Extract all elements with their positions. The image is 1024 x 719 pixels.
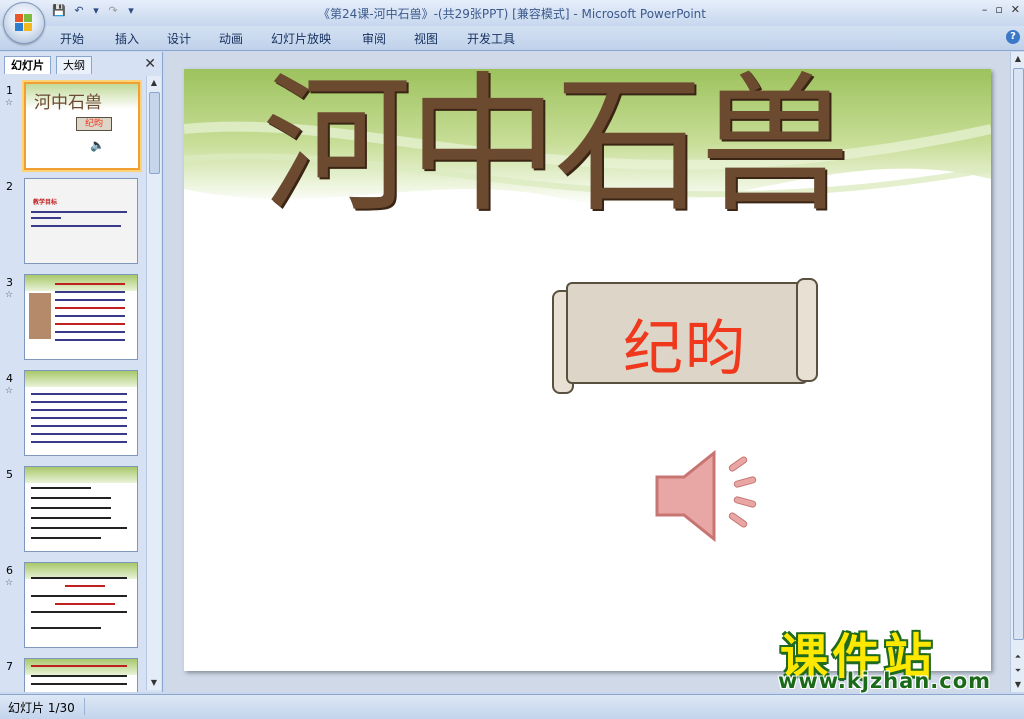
panel-tabs: 幻灯片 大纲 ✕ [0, 54, 162, 74]
author-name: 纪昀 [623, 314, 747, 384]
thumbnail-row[interactable]: 3 ☆ [0, 274, 146, 364]
slide-thumbnail[interactable] [24, 466, 138, 552]
thumbnail-row[interactable]: 4 ☆ [0, 370, 146, 460]
thumbnail-list: 1 ☆ 河中石兽 纪昀 🔈 2 教学目标 3 ☆ 4 ☆ 5 6 ☆ 7 [0, 76, 146, 692]
animation-star-icon: ☆ [5, 386, 14, 396]
tab-slides[interactable]: 幻灯片 [4, 56, 51, 74]
scroll-up-icon[interactable]: ▲ [1011, 52, 1024, 66]
office-button[interactable] [3, 2, 45, 44]
help-icon[interactable]: ? [1006, 30, 1020, 44]
scrollbar-thumb[interactable] [149, 92, 160, 174]
window-controls: – ▫ ✕ [982, 3, 1020, 16]
tab-design[interactable]: 设计 [167, 30, 191, 47]
slide-title[interactable]: 河中石兽 [262, 71, 850, 221]
slide-number: 7 [6, 660, 13, 673]
tab-animations[interactable]: 动画 [219, 30, 243, 47]
animation-star-icon: ☆ [5, 290, 14, 300]
thumbnail-title: 河中石兽 [34, 93, 102, 113]
watermark-logo: 课件站 www.kjzhan.com [770, 617, 1010, 697]
slide-number: 5 [6, 468, 13, 481]
slide-number: 6 [6, 564, 13, 577]
sound-icon: 🔈 [90, 138, 105, 152]
scroll-down-icon[interactable]: ▼ [1011, 678, 1024, 692]
scrollbar-thumb[interactable] [1013, 68, 1024, 640]
office-logo-icon [15, 14, 33, 32]
thumbnail-label: 纪昀 [76, 117, 112, 131]
tab-view[interactable]: 视图 [414, 30, 438, 47]
close-panel-icon[interactable]: ✕ [144, 56, 156, 72]
ribbon-tabs: 开始 插入 设计 动画 幻灯片放映 审阅 视图 开发工具 ? [0, 26, 1024, 51]
slide-thumbnail[interactable] [24, 658, 138, 692]
thumbnail-row[interactable]: 2 教学目标 [0, 178, 146, 268]
previous-slide-icon[interactable]: ⏶ [1011, 650, 1024, 664]
title-bar: 💾 ↶ ▾ ↷ ▾ 《第24课-河中石兽》-(共29张PPT) [兼容模式] -… [0, 0, 1024, 26]
current-slide[interactable]: 河中石兽 纪昀 [184, 69, 991, 671]
close-button[interactable]: ✕ [1011, 3, 1020, 16]
author-scroll[interactable]: 纪昀 [552, 278, 818, 394]
speaker-icon[interactable] [652, 447, 762, 547]
watermark-url: www.kjzhan.com [778, 669, 992, 693]
thumbnail-row[interactable]: 1 ☆ 河中石兽 纪昀 🔈 [0, 82, 146, 172]
thumbnail-row[interactable]: 5 [0, 466, 146, 556]
slide-thumbnail[interactable]: 教学目标 [24, 178, 138, 264]
slide-thumbnail[interactable] [24, 274, 138, 360]
slides-panel: 幻灯片 大纲 ✕ 1 ☆ 河中石兽 纪昀 🔈 2 教学目标 3 ☆ 4 ☆ 5 … [0, 52, 163, 692]
slide-number: 1 [6, 84, 13, 97]
tab-slideshow[interactable]: 幻灯片放映 [271, 30, 331, 47]
tab-home[interactable]: 开始 [60, 30, 84, 47]
tab-insert[interactable]: 插入 [115, 30, 139, 47]
thumbnail-row[interactable]: 7 [0, 658, 146, 692]
slide-number: 4 [6, 372, 13, 385]
tab-developer[interactable]: 开发工具 [467, 30, 515, 47]
status-bar: 幻灯片 1/30 [0, 694, 1024, 719]
minimize-button[interactable]: – [982, 3, 988, 16]
slide-thumbnail[interactable]: 河中石兽 纪昀 🔈 [24, 82, 140, 170]
panel-scrollbar[interactable]: ▲ ▼ [146, 76, 161, 690]
tab-outline[interactable]: 大纲 [56, 56, 92, 74]
slide-number: 2 [6, 180, 13, 193]
animation-star-icon: ☆ [5, 98, 14, 108]
slide-thumbnail[interactable] [24, 562, 138, 648]
next-slide-icon[interactable]: ⏷ [1011, 664, 1024, 678]
scroll-down-icon[interactable]: ▼ [147, 676, 161, 690]
thumbnail-title: 教学目标 [33, 199, 58, 206]
animation-star-icon: ☆ [5, 578, 14, 588]
slide-counter: 幻灯片 1/30 [8, 701, 75, 715]
tab-review[interactable]: 审阅 [362, 30, 386, 47]
editor-scrollbar[interactable]: ▲ ⏶ ⏷ ▼ [1010, 52, 1024, 692]
thumbnail-row[interactable]: 6 ☆ [0, 562, 146, 652]
maximize-button[interactable]: ▫ [995, 3, 1002, 16]
slide-number: 3 [6, 276, 13, 289]
slide-thumbnail[interactable] [24, 370, 138, 456]
scroll-up-icon[interactable]: ▲ [147, 76, 161, 90]
window-title: 《第24课-河中石兽》-(共29张PPT) [兼容模式] - Microsoft… [317, 7, 706, 21]
slide-editor: 河中石兽 纪昀 [165, 52, 1010, 692]
